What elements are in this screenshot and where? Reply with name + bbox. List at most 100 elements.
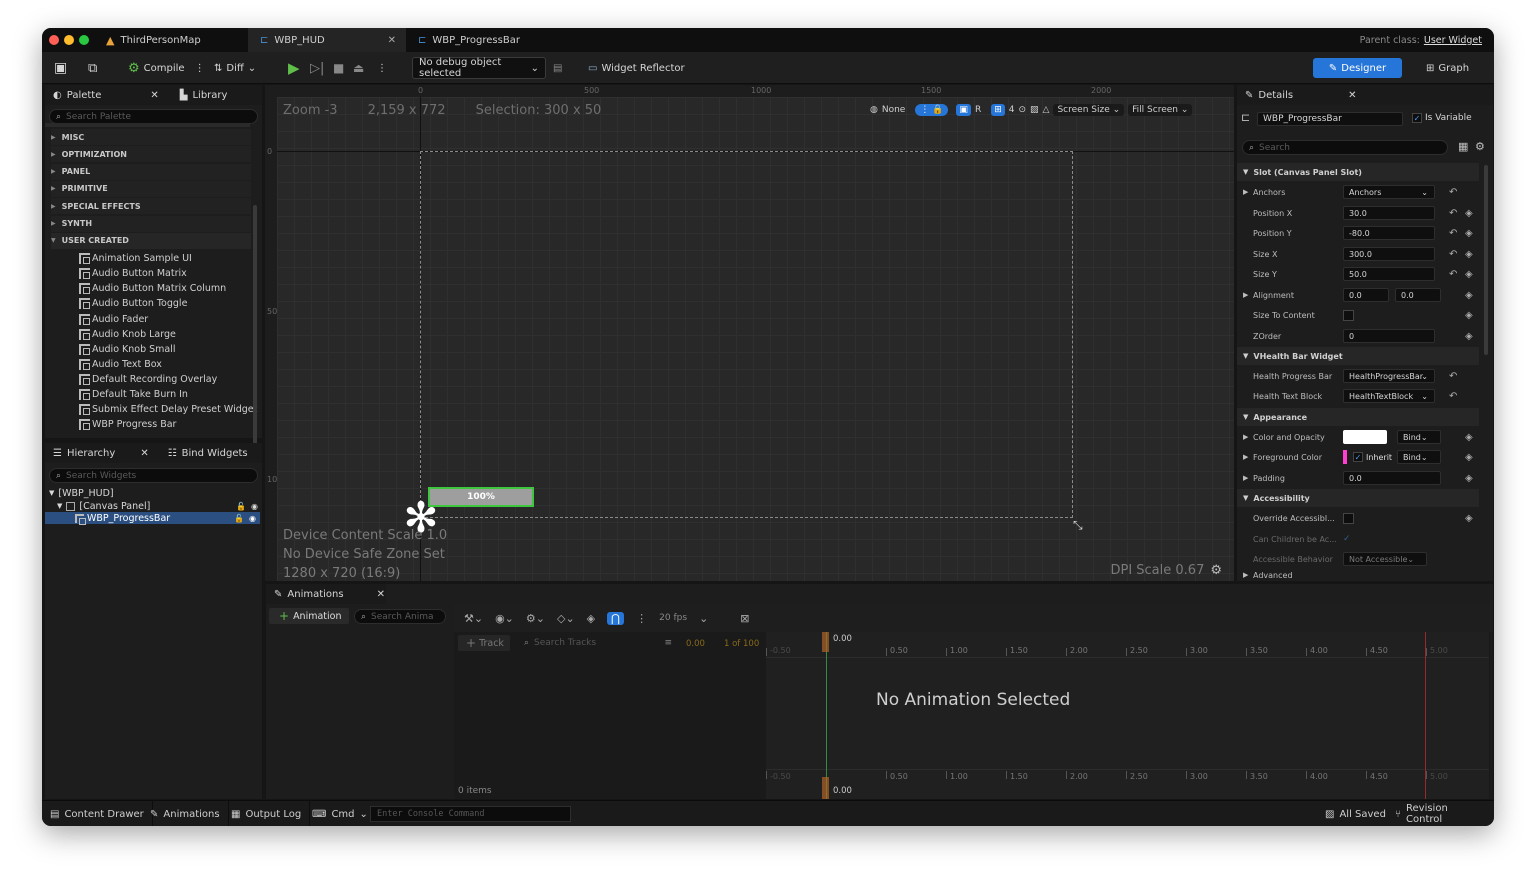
size-x-field[interactable]: 300.0 [1343,247,1435,261]
save-button[interactable]: ▣ [54,52,67,84]
dpi-settings-icon[interactable]: ⚙ [1210,563,1222,578]
animations-drawer-button[interactable]: ✎ Animations [142,801,229,826]
expand-arrow-icon[interactable]: ▶ [1243,453,1248,461]
close-tab-icon[interactable]: ✕ [150,90,158,101]
color-swatch-white[interactable] [1343,430,1387,444]
compile-button[interactable]: ⚙ Compile ⋮ [128,52,205,84]
graph-mode-button[interactable]: ⊞ Graph [1426,52,1469,84]
designer-mode-button[interactable]: ✎ Designer [1313,58,1402,78]
expand-arrow-icon[interactable]: ▶ [1243,188,1248,196]
palette-category[interactable]: ▼ USER CREATED [51,232,251,249]
warning-icon[interactable]: △ [1043,105,1050,115]
widget-name-field[interactable]: WBP_ProgressBar [1257,112,1403,126]
grid-snap-icon[interactable]: ⊞ [991,104,1005,116]
palette-category[interactable]: ▶ SYNTH [51,215,251,232]
position-x-field[interactable]: 30.0 [1343,206,1435,220]
animation-search-input[interactable]: ⌕ Search Anima [354,609,446,624]
bind-dropdown[interactable]: Bind ⌄ [1397,450,1441,464]
color-swatch-magenta[interactable] [1343,450,1347,464]
size-to-content-checkbox[interactable] [1343,310,1354,321]
step-button[interactable]: ▷| [310,52,324,84]
more-options-icon[interactable]: ⋮ [195,63,205,74]
key-icon[interactable]: ◈ [1465,331,1473,342]
outline-icon[interactable]: ⊙ [1018,105,1026,115]
palette-scrollbar[interactable] [253,205,257,445]
key-icon[interactable]: ◈ [1465,432,1473,443]
hierarchy-tab[interactable]: Hierarchy [67,448,115,459]
palette-item[interactable]: Animation Sample UI [79,251,192,266]
parent-class-link[interactable]: User Widget [1424,35,1482,46]
playback-options-icon[interactable]: ⚙⌄ [526,612,545,625]
image-icon[interactable]: ▨ [1030,105,1039,115]
reset-icon[interactable]: ↶ [1449,371,1457,382]
globe-icon[interactable]: ◍ [870,105,878,115]
localization-preview[interactable]: None [882,105,905,115]
transform-toggle[interactable]: ⋮ 🔒 [915,104,949,116]
expand-arrow-icon[interactable]: ▶ [1243,291,1248,299]
section-accessibility[interactable]: ▼ Accessibility [1237,489,1479,507]
filter-icon[interactable]: ≡ [664,638,672,648]
section-appearance[interactable]: ▼ Appearance [1237,408,1479,426]
expand-arrow-icon[interactable]: ▶ [1243,433,1248,441]
table-view-icon[interactable]: ▦ [1458,140,1468,153]
palette-item[interactable]: Audio Text Box [79,357,162,372]
zorder-field[interactable]: 0 [1343,329,1435,343]
details-scrollbar[interactable] [1484,165,1488,355]
snap-magnet-icon[interactable]: ⋂ [607,611,625,625]
bind-widgets-tab[interactable]: Bind Widgets [182,448,248,459]
health-progress-dropdown[interactable]: HealthProgressBar ⌄ [1343,369,1435,383]
alignment-x-field[interactable]: 0.0 [1343,288,1389,302]
alignment-y-field[interactable]: 0.0 [1395,288,1441,302]
tools-icon[interactable]: ⚒⌄ [464,612,483,625]
library-tab[interactable]: Library [192,90,227,101]
settings-gear-icon[interactable]: ⚙ [1475,140,1485,153]
playhead-handle[interactable] [822,632,829,652]
palette-tab[interactable]: Palette [67,90,102,101]
close-tab-icon[interactable]: ✕ [1348,90,1356,101]
hierarchy-selected-widget[interactable]: WBP_ProgressBar 🔓 ◉ [45,512,260,525]
palette-item[interactable]: Submix Effect Delay Preset Widget [79,402,257,417]
auto-key-icon[interactable]: ◈ [587,612,595,625]
resize-handle-icon[interactable]: ⤡ [1073,518,1083,533]
palette-item[interactable]: Default Recording Overlay [79,372,217,387]
tab-wbp-progressbar[interactable]: ⊏ WBP_ProgressBar [406,28,566,52]
add-animation-button[interactable]: + Animation [269,608,349,624]
view-icon[interactable]: ◉⌄ [495,612,514,625]
keyframe-icon[interactable]: ◇⌄ [557,612,575,625]
palette-item[interactable]: Audio Knob Large [79,327,176,342]
reset-icon[interactable]: ↶ [1449,249,1457,260]
lock-icon[interactable]: 🔓 [236,502,246,511]
play-button[interactable]: ▶ [288,52,300,84]
find-debug-button[interactable]: ▤ [553,52,562,84]
reset-icon[interactable]: ↶ [1449,391,1457,402]
key-icon[interactable]: ◈ [1465,513,1473,524]
maximize-window-button[interactable] [79,35,89,45]
minimize-window-button[interactable] [64,35,74,45]
hierarchy-canvas-panel[interactable]: ▼ [Canvas Panel] 🔓 ◉ [57,500,262,512]
close-tab-icon[interactable]: ✕ [140,448,148,459]
health-text-dropdown[interactable]: HealthTextBlock ⌄ [1343,389,1435,403]
palette-item[interactable]: Audio Button Matrix [79,266,187,281]
tab-wbp-hud[interactable]: ⊏ WBP_HUD ✕ [248,28,406,52]
key-icon[interactable]: ◈ [1465,249,1473,260]
key-icon[interactable]: ◈ [1465,269,1473,280]
fill-screen-dropdown[interactable]: Fill Screen ⌄ [1128,104,1193,116]
reset-icon[interactable]: ↶ [1449,187,1457,198]
expand-arrow-icon[interactable]: ▶ [1243,474,1248,482]
key-icon[interactable]: ◈ [1465,208,1473,219]
eject-button[interactable]: ⏏ [353,52,364,84]
key-icon[interactable]: ◈ [1465,310,1473,321]
palette-item[interactable]: Audio Knob Small [79,342,176,357]
cmd-dropdown[interactable]: ⌨ Cmd ⌄ [304,801,376,826]
close-window-button[interactable] [49,35,59,45]
palette-category[interactable]: ▶ PRIMITIVE [51,180,251,197]
more-options-icon[interactable]: ⋮ [636,612,647,625]
visibility-icon[interactable]: ◉ [249,514,256,523]
fps-dropdown[interactable]: 20 fps [659,613,687,623]
console-input[interactable]: Enter Console Command [370,806,571,822]
palette-category[interactable]: ▶ OPTIMIZATION [51,146,251,163]
designer-viewport[interactable]: 0 500 1000 1500 2000 0 500 1000 100% ✻ ⤡… [265,85,1234,581]
details-search-input[interactable]: ⌕ Search [1242,140,1448,155]
output-log-button[interactable]: ▦ Output Log [223,801,311,826]
content-drawer-button[interactable]: ▤ Content Drawer [42,801,153,826]
